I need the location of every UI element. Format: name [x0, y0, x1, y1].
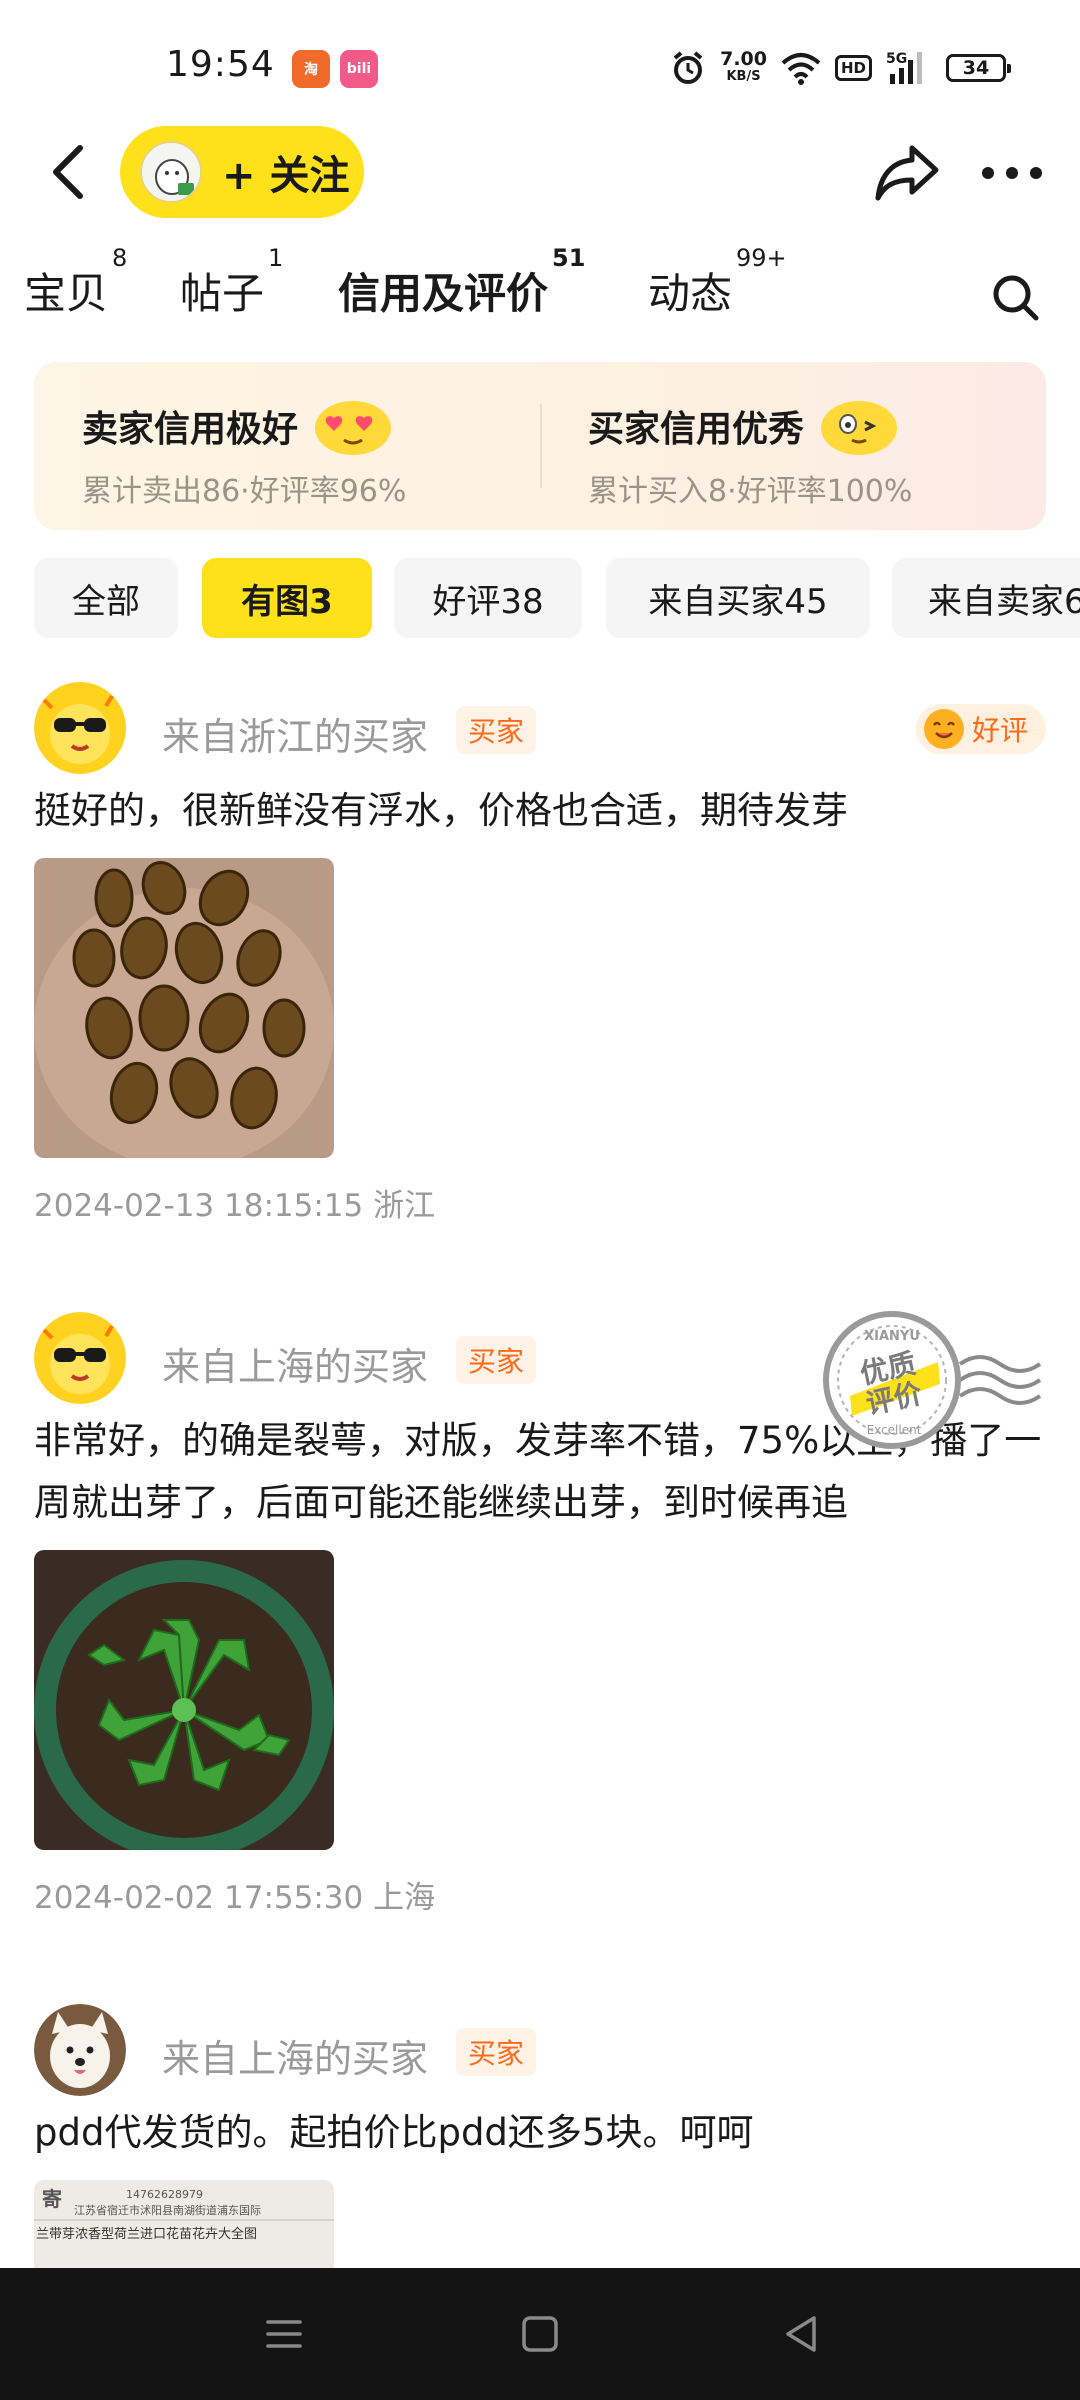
credit-summary-card: 卖家信用极好 累计卖出86·好评率96% 买家信用优秀 累计买入8·好评率100…: [34, 362, 1046, 530]
filter-from-sellers[interactable]: 来自卖家6: [892, 558, 1080, 638]
signal-icon: 5G: [886, 51, 922, 84]
app-notification-icon: 淘: [292, 50, 330, 88]
wink-emoji-icon: [821, 401, 898, 455]
reviewer-name: 来自上海的买家: [162, 1345, 429, 1389]
back-button[interactable]: [40, 142, 96, 202]
review-photo[interactable]: [34, 858, 334, 1158]
reviewer-avatar[interactable]: [34, 682, 126, 774]
review-item: 来自浙江的买家 买家 好评 挺好的，很新鲜没有浮水，价格也合适，期待发芽 202…: [34, 682, 1046, 1225]
svg-text:XIANYU: XIANYU: [864, 1329, 920, 1344]
bilibili-icon: bili: [340, 50, 378, 88]
net-speed: 7.00 KB/S: [720, 48, 767, 85]
back-nav-icon[interactable]: [780, 2312, 824, 2356]
svg-text:14762628979: 14762628979: [126, 2188, 203, 2201]
profile-tabs: 宝贝8 帖子1 信用及评价51 动态99+: [0, 244, 1080, 350]
more-icon: [982, 167, 1042, 179]
review-text: pdd代发货的。起拍价比pdd还多5块。呵呵: [34, 2111, 754, 2154]
status-time: 19:54: [166, 44, 275, 85]
svg-text:Excellent: Excellent: [867, 1423, 922, 1437]
wifi-icon: [781, 53, 821, 85]
hd-badge: HD: [834, 55, 872, 81]
tab-activity[interactable]: 动态99+: [648, 244, 787, 321]
seller-credit-title: 卖家信用极好: [82, 409, 299, 450]
seller-credit-sub: 累计卖出86·好评率96%: [82, 474, 407, 509]
menu-icon[interactable]: [262, 2312, 306, 2356]
share-icon: [875, 145, 939, 201]
credit-divider: [540, 404, 542, 488]
buyer-credit-sub: 累计买入8·好评率100%: [588, 474, 913, 509]
buyer-credit: 买家信用优秀 累计买入8·好评率100%: [588, 396, 912, 510]
review-meta: 2024-02-02 17:55:30 上海: [34, 1880, 436, 1916]
tab-posts[interactable]: 帖子1: [180, 244, 283, 321]
buyer-badge: 买家: [456, 2028, 537, 2076]
alarm-icon: [673, 51, 703, 84]
svg-text:江苏省宿迁市沭阳县南湖街道浦东国际: 江苏省宿迁市沭阳县南湖街道浦东国际: [74, 2203, 261, 2217]
home-icon[interactable]: [518, 2312, 562, 2356]
svg-text:寄: 寄: [42, 2187, 62, 2211]
reviewer-name: 来自上海的买家: [162, 2037, 429, 2081]
rating-label: 好评: [971, 714, 1028, 747]
share-button[interactable]: [872, 142, 942, 204]
filter-all[interactable]: 全部: [34, 558, 178, 638]
rating-badge: 好评: [915, 704, 1046, 754]
filter-with-images[interactable]: 有图3: [202, 558, 372, 638]
filter-positive[interactable]: 好评38: [394, 558, 582, 638]
smile-emoji-icon: [923, 709, 964, 749]
seller-credit: 卖家信用极好 累计卖出86·好评率96%: [82, 396, 406, 510]
buyer-badge: 买家: [456, 706, 537, 754]
svg-text:兰带芽浓香型荷兰进口花苗花卉大全图: 兰带芽浓香型荷兰进口花苗花卉大全图: [36, 2226, 257, 2242]
review-text: 挺好的，很新鲜没有浮水，价格也合适，期待发芽: [34, 789, 848, 832]
battery-icon: 34: [946, 54, 1011, 82]
review-meta: 2024-02-13 18:15:15 浙江: [34, 1188, 436, 1224]
buyer-badge: 买家: [456, 1336, 537, 1384]
reviewer-avatar[interactable]: [34, 2004, 126, 2096]
seller-avatar[interactable]: [140, 141, 202, 203]
review-filter-bar: 全部 有图3 好评38 来自买家45 来自卖家6: [34, 558, 1080, 642]
follow-label: + 关注: [222, 153, 350, 199]
tab-items[interactable]: 宝贝8: [24, 244, 127, 321]
more-button[interactable]: [976, 146, 1048, 200]
follow-button[interactable]: + 关注: [120, 126, 364, 218]
svg-text:5G: 5G: [886, 51, 907, 67]
status-bar: 19:54 淘 bili 7.00 KB/S HD 5G 34: [0, 0, 1080, 120]
system-navigation-bar: [0, 2268, 1080, 2400]
back-icon: [53, 145, 83, 199]
heart-eyes-emoji-icon: [315, 401, 392, 455]
reviewer-name: 来自浙江的买家: [162, 715, 429, 759]
buyer-credit-title: 买家信用优秀: [588, 409, 805, 450]
reviewer-avatar[interactable]: [34, 1312, 126, 1404]
review-photo[interactable]: [34, 1550, 334, 1850]
search-button[interactable]: [990, 272, 1042, 324]
filter-from-buyers[interactable]: 来自买家45: [606, 558, 870, 638]
tab-credit-reviews[interactable]: 信用及评价51: [338, 244, 585, 321]
search-icon: [993, 275, 1039, 321]
quality-review-stamp: XIANYU 优质 评价 Excellent: [820, 1304, 1060, 1454]
top-nav: + 关注: [0, 120, 1080, 230]
